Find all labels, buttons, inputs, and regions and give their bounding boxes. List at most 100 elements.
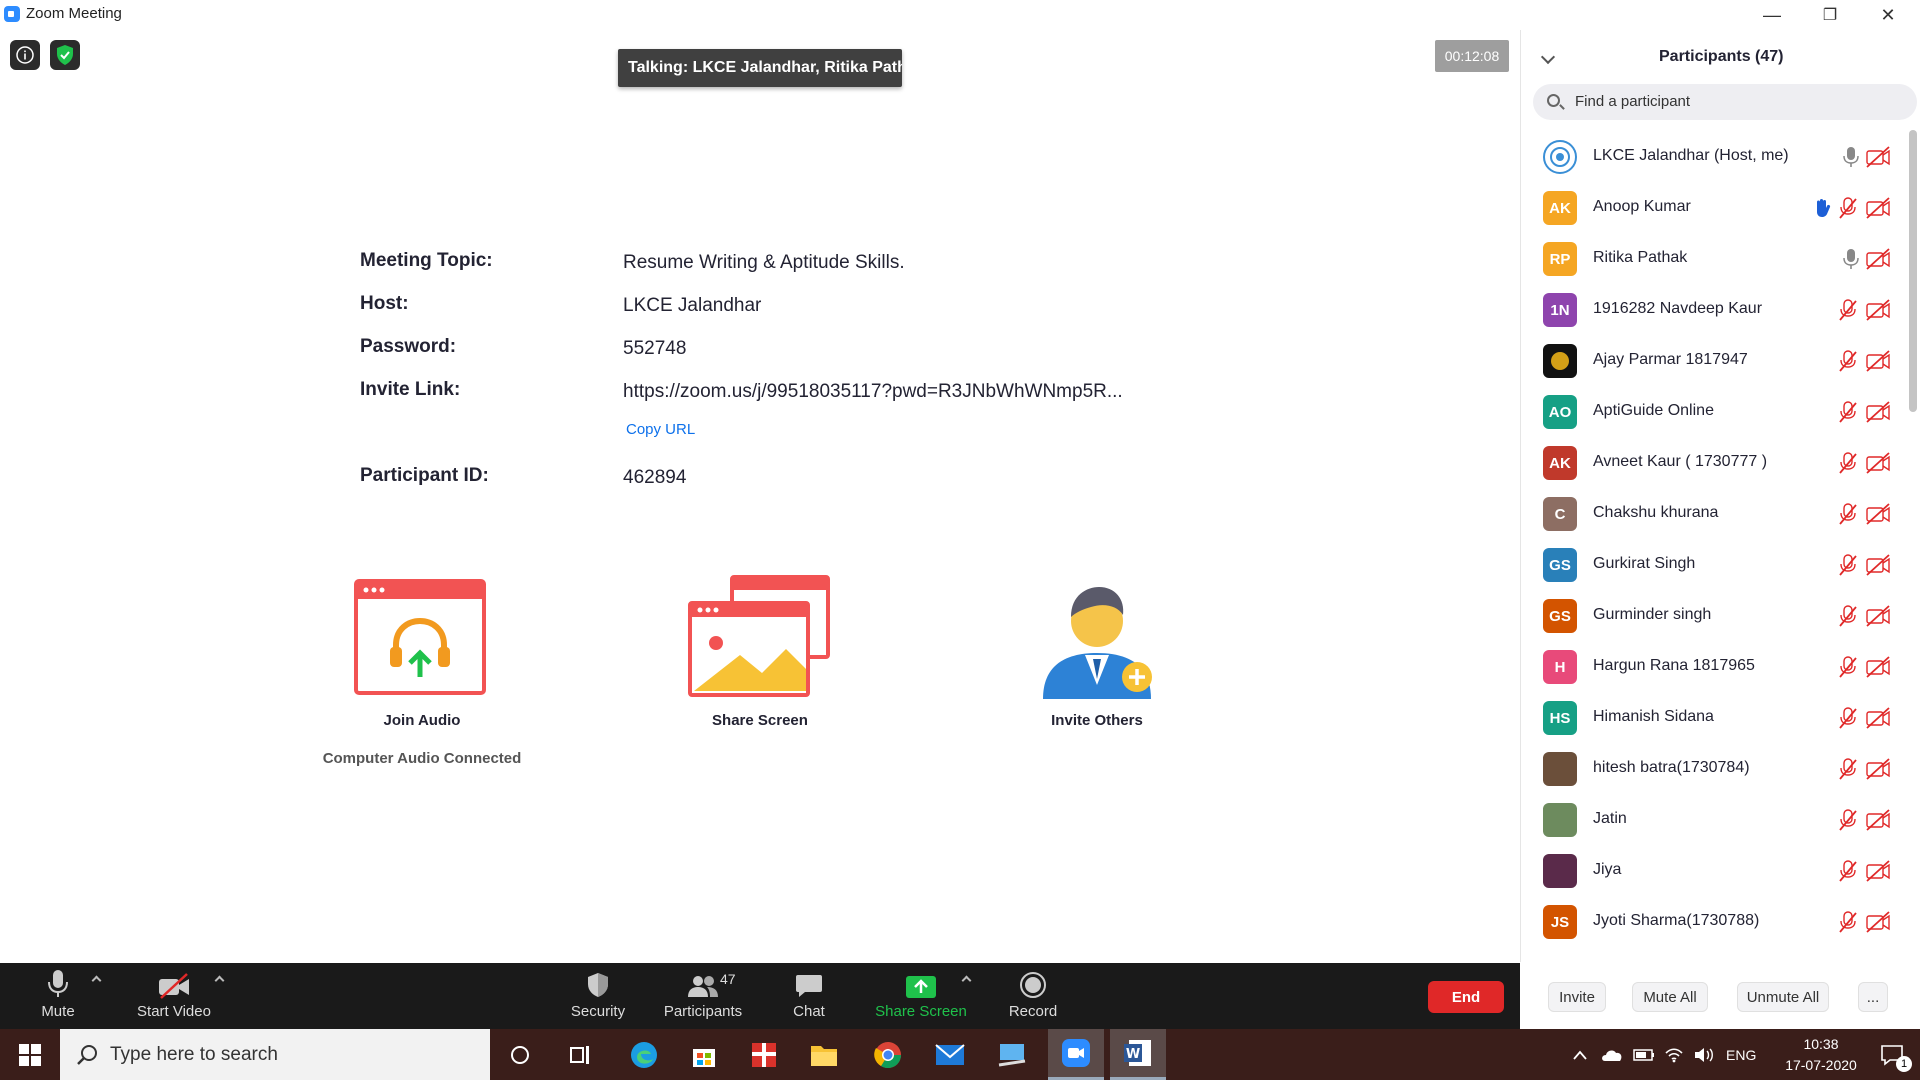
participant-search-input[interactable]: Find a participant [1533,84,1917,120]
join-audio-label[interactable]: Join Audio [322,712,522,729]
participant-name: Gurkirat Singh [1593,555,1696,572]
end-meeting-button[interactable]: End [1428,981,1504,1013]
onedrive-icon[interactable] [1594,1029,1630,1080]
video-off-icon [1866,503,1890,525]
participant-row[interactable]: Jiya [1521,846,1909,897]
participant-name: Jyoti Sharma(1730788) [1593,912,1760,929]
participant-name: Gurminder singh [1593,606,1712,623]
video-off-icon [1866,605,1890,627]
remote-desktop-icon[interactable] [984,1029,1040,1080]
join-audio-tile[interactable] [330,575,510,710]
mic-muted-icon [1839,197,1857,219]
share-screen-button[interactable]: Share Screen [874,963,968,1029]
password-label: Password: [360,336,457,357]
start-button[interactable] [0,1029,60,1080]
topic-label: Meeting Topic: [360,250,493,271]
meeting-info-icon[interactable] [10,40,40,70]
more-options-button[interactable]: ... [1858,982,1888,1012]
participant-avatar: GS [1543,548,1577,582]
chrome-icon[interactable] [860,1029,916,1080]
unmute-all-button[interactable]: Unmute All [1737,982,1829,1012]
zoom-taskbar-icon[interactable] [1048,1029,1104,1080]
invite-button[interactable]: Invite [1548,982,1606,1012]
minimize-button[interactable]: — [1744,0,1800,30]
microsoft-store-icon[interactable] [676,1029,732,1080]
participant-row[interactable]: LKCE Jalandhar (Host, me) [1521,132,1909,183]
clock-time[interactable]: 10:38 [1790,1036,1852,1052]
close-button[interactable]: ✕ [1860,0,1916,30]
volume-icon[interactable] [1686,1029,1722,1080]
share-screen-tile[interactable] [668,575,848,710]
video-off-icon [1866,299,1890,321]
participant-row[interactable]: C Chakshu khurana [1521,489,1909,540]
participant-row[interactable]: AO AptiGuide Online [1521,387,1909,438]
video-off-icon [1866,656,1890,678]
gift-app-icon[interactable] [736,1029,792,1080]
cortana-icon[interactable] [492,1029,548,1080]
encryption-shield-icon[interactable] [50,40,80,70]
invite-others-tile[interactable] [1007,575,1187,710]
participant-row[interactable]: RP Ritika Pathak [1521,234,1909,285]
copy-url-link[interactable]: Copy URL [626,421,695,438]
participant-avatar: JS [1543,905,1577,939]
participant-avatar [1543,803,1577,837]
invite-others-label[interactable]: Invite Others [997,712,1197,729]
show-hidden-icons-chevron[interactable] [1562,1029,1598,1080]
clock-date[interactable]: 17-07-2020 [1774,1057,1868,1073]
participant-row[interactable]: AK Avneet Kaur ( 1730777 ) [1521,438,1909,489]
mute-button[interactable]: Mute [30,963,86,1029]
participant-avatar: HS [1543,701,1577,735]
start-video-button[interactable]: Start Video [128,963,220,1029]
participants-button[interactable]: 47 Participants [660,963,746,1029]
participant-row[interactable]: H Hargun Rana 1817965 [1521,642,1909,693]
word-taskbar-icon[interactable]: W [1110,1029,1166,1080]
participants-panel-title: Participants (47) [1659,48,1784,65]
task-view-icon[interactable] [552,1029,608,1080]
restore-button[interactable]: ❐ [1802,0,1858,30]
file-explorer-icon[interactable] [796,1029,852,1080]
participant-row[interactable]: AK Anoop Kumar [1521,183,1909,234]
mute-label: Mute [41,1003,75,1020]
participant-row[interactable]: hitesh batra(1730784) [1521,744,1909,795]
participant-avatar [1543,140,1577,174]
participant-avatar [1543,344,1577,378]
audio-options-caret-icon[interactable] [91,975,102,986]
edge-browser-icon[interactable] [616,1029,672,1080]
security-shield-icon [588,973,608,997]
mic-muted-icon [1839,860,1857,882]
collapse-chevron-icon[interactable] [1540,49,1556,65]
participant-row[interactable]: JS Jyoti Sharma(1730788) [1521,897,1909,944]
participant-avatar: AK [1543,191,1577,225]
participant-row[interactable]: Jatin [1521,795,1909,846]
taskbar-search-box[interactable]: Type here to search [60,1029,490,1080]
chat-button[interactable]: Chat [786,963,832,1029]
participant-name: Himanish Sidana [1593,708,1714,725]
taskbar-search-icon [77,1045,97,1065]
mic-muted-icon [1839,452,1857,474]
chat-icon [796,975,822,997]
participant-status-icons [1837,299,1891,321]
participant-row[interactable]: HS Himanish Sidana [1521,693,1909,744]
participant-row[interactable]: GS Gurminder singh [1521,591,1909,642]
participants-label: Participants [663,1003,743,1020]
record-button[interactable]: Record [1006,963,1060,1029]
participant-status-icons [1837,656,1891,678]
participant-row[interactable]: GS Gurkirat Singh [1521,540,1909,591]
notification-center-icon[interactable]: 1 [1864,1029,1920,1080]
mic-muted-icon [1839,758,1857,780]
share-screen-label[interactable]: Share Screen [660,712,860,729]
security-label: Security [570,1003,626,1020]
windows-taskbar: Type here to search W ENG 10:38 17-07-20… [0,1029,1920,1080]
participant-row[interactable]: Ajay Parmar 1817947 [1521,336,1909,387]
mail-icon[interactable] [922,1029,978,1080]
participant-row[interactable]: 1N 1916282 Navdeep Kaur [1521,285,1909,336]
mute-all-button[interactable]: Mute All [1632,982,1708,1012]
language-indicator[interactable]: ENG [1726,1047,1756,1063]
video-off-icon [1866,350,1890,372]
mic-on-icon [1843,147,1859,167]
participant-status-icons [1837,401,1891,423]
participant-name: Ritika Pathak [1593,249,1688,266]
participant-list-scrollbar[interactable] [1909,130,1917,412]
security-button[interactable]: Security [566,963,630,1029]
password-value: 552748 [623,338,687,359]
